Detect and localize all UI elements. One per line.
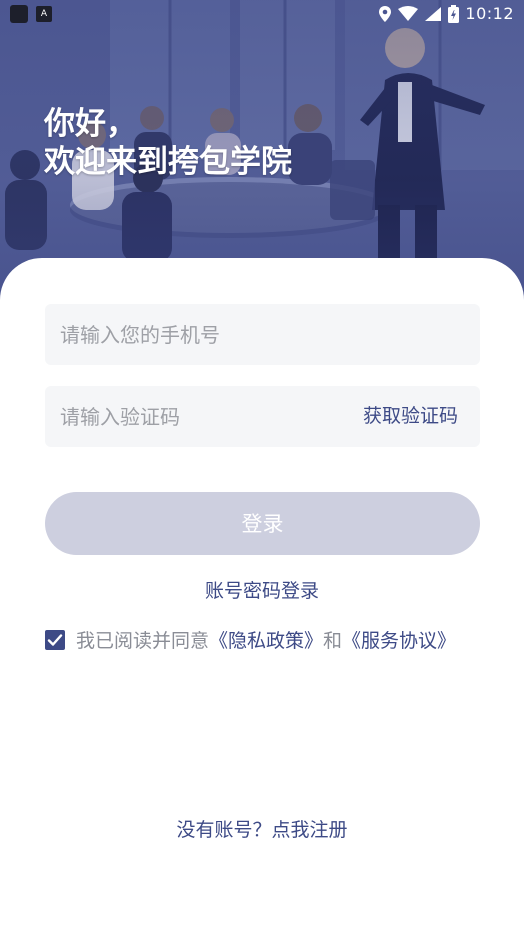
service-agreement-link[interactable]: 《服务协议》 [342, 626, 456, 653]
phone-input[interactable] [45, 304, 350, 365]
register-row: 没有账号？点我注册 [0, 815, 524, 842]
status-left-icons: A [10, 5, 52, 23]
agreement-checkbox[interactable] [45, 629, 65, 650]
login-button[interactable]: 登录 [45, 492, 480, 555]
greeting-line-2: 欢迎来到挎包学院 [44, 144, 292, 180]
signal-icon [425, 6, 442, 21]
privacy-policy-link[interactable]: 《隐私政策》 [209, 626, 323, 653]
agreement-prefix: 我已阅读并同意 [76, 630, 210, 652]
register-link[interactable]: 没有账号？点我注册 [176, 819, 347, 841]
password-login-link[interactable]: 账号密码登录 [205, 580, 319, 602]
a-icon: A [36, 6, 52, 22]
greeting-line-1: 你好， [44, 106, 137, 142]
agreement-row: 我已阅读并同意 《隐私政策》 和 《服务协议》 [45, 626, 456, 653]
status-bar: A 10:12 [0, 0, 524, 30]
password-login-row: 账号密码登录 [0, 576, 524, 603]
verification-code-input[interactable] [45, 386, 350, 447]
check-icon [47, 633, 63, 646]
location-icon [379, 5, 392, 22]
status-time: 10:12 [465, 4, 514, 23]
status-right-icons: 10:12 [378, 4, 514, 23]
code-field: 获取验证码 [45, 386, 480, 447]
get-code-button[interactable]: 获取验证码 [363, 386, 458, 447]
app-icon [10, 5, 28, 23]
wifi-icon [398, 5, 419, 21]
battery-icon [448, 4, 460, 23]
login-card: 获取验证码 登录 账号密码登录 我已阅读并同意 《隐私政策》 和 《服务协议》 … [0, 258, 524, 938]
greeting: 你好， 欢迎来到挎包学院 [44, 105, 292, 181]
agreement-conjunction: 和 [323, 630, 343, 652]
phone-field [45, 304, 480, 365]
